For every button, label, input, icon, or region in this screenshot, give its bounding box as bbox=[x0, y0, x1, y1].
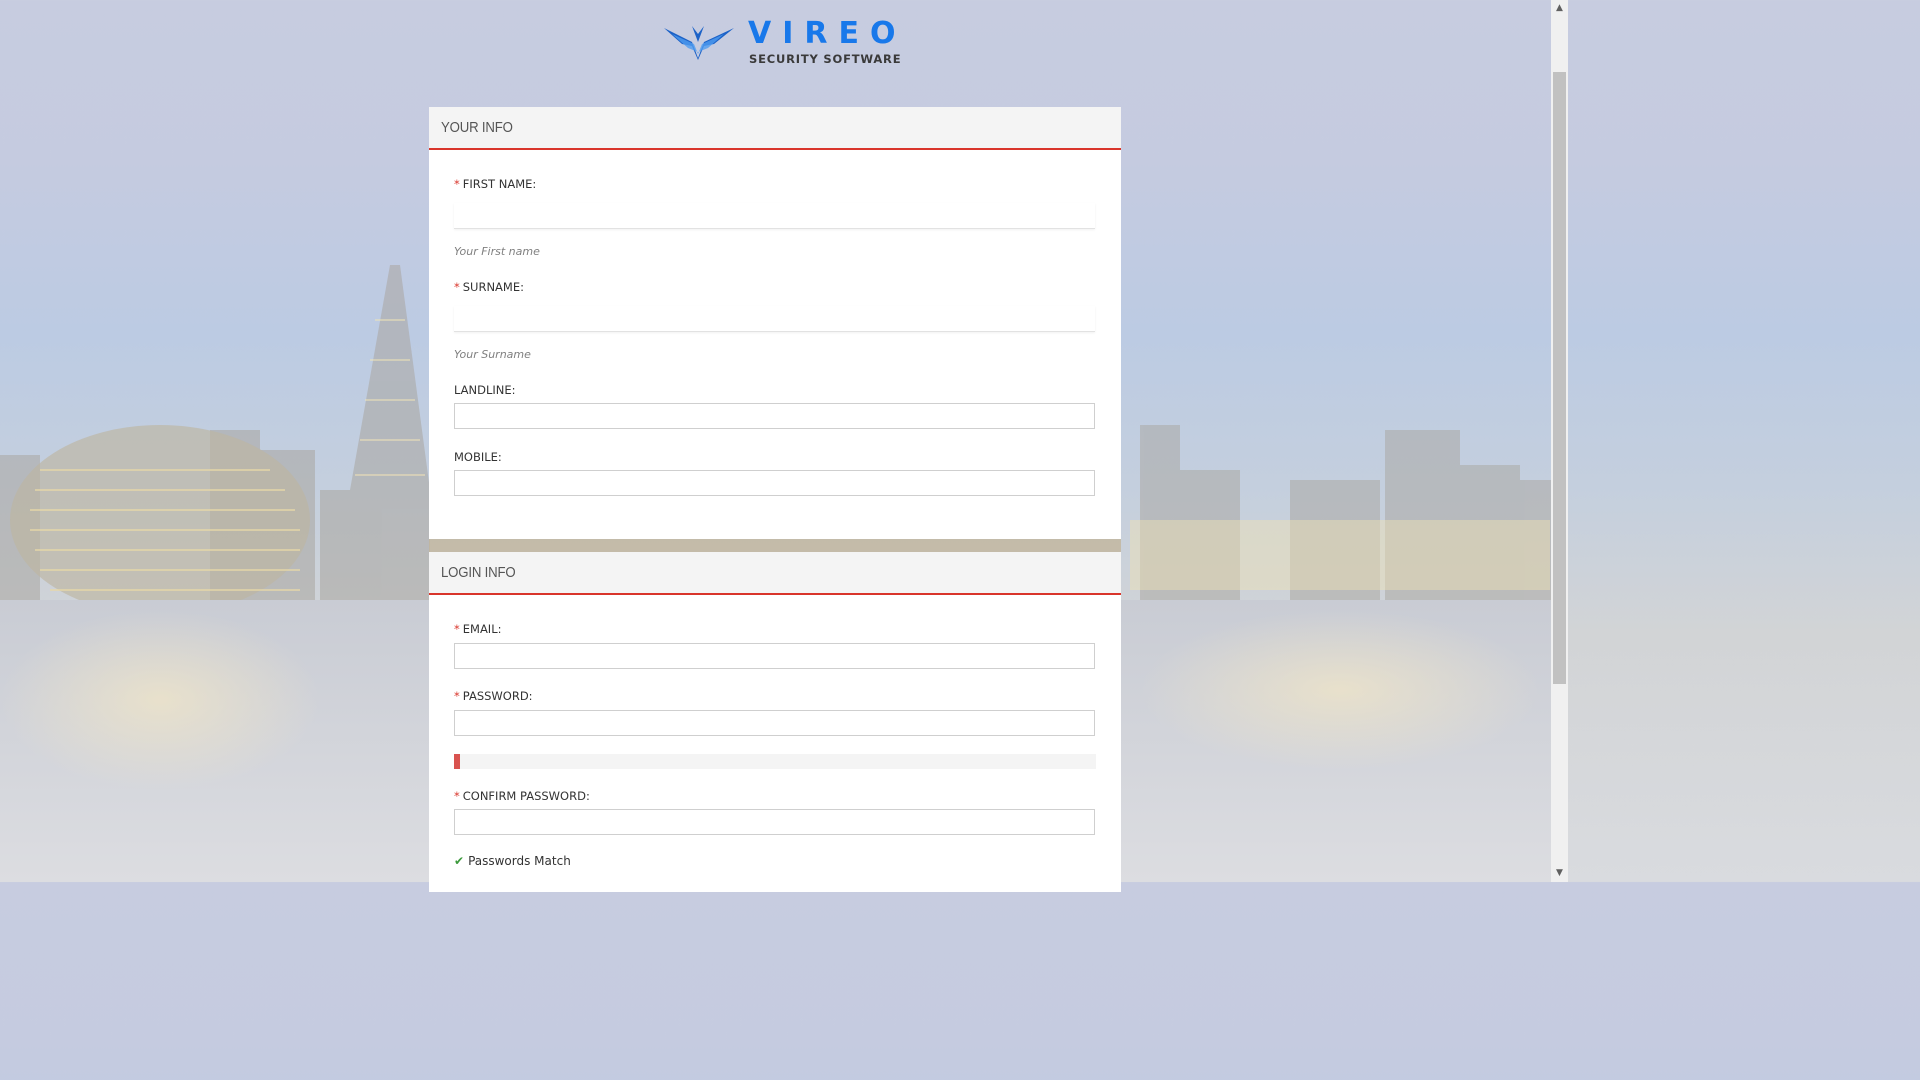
brand-name: VIREO bbox=[748, 16, 907, 51]
email-input[interactable] bbox=[454, 643, 1095, 669]
brand-tagline: SECURITY SOFTWARE bbox=[749, 52, 902, 66]
confirm-password-input[interactable] bbox=[454, 809, 1095, 835]
passwords-match-status: ✔ Passwords Match bbox=[454, 854, 571, 868]
mobile-label: MOBILE: bbox=[454, 450, 502, 464]
your-info-header: YOUR INFO bbox=[429, 107, 1121, 150]
section-title-login-info: LOGIN INFO bbox=[441, 564, 516, 581]
login-info-header: LOGIN INFO bbox=[429, 552, 1121, 595]
section-title-your-info: YOUR INFO bbox=[441, 119, 513, 136]
first-name-help: Your First name bbox=[454, 245, 540, 258]
confirm-password-label: * CONFIRM PASSWORD: bbox=[454, 789, 590, 803]
email-label: * EMAIL: bbox=[454, 622, 502, 636]
first-name-label: * FIRST NAME: bbox=[454, 177, 537, 191]
password-strength-fill bbox=[454, 754, 461, 769]
required-marker: * bbox=[454, 280, 460, 294]
required-marker: * bbox=[454, 789, 460, 803]
password-input[interactable] bbox=[454, 710, 1095, 736]
landline-input[interactable] bbox=[454, 403, 1095, 429]
passwords-match-text: Passwords Match bbox=[468, 854, 571, 868]
scrollbar-thumb[interactable] bbox=[1553, 72, 1566, 684]
landline-label: LANDLINE: bbox=[454, 383, 516, 397]
check-icon: ✔ bbox=[454, 854, 465, 868]
mobile-input[interactable] bbox=[454, 470, 1095, 496]
required-marker: * bbox=[454, 177, 460, 191]
password-label: * PASSWORD: bbox=[454, 689, 533, 703]
page-scrollbar[interactable]: ▲ ▼ bbox=[1551, 0, 1568, 882]
vireo-logo[interactable]: VIREO SECURITY SOFTWARE bbox=[662, 18, 901, 66]
bird-logo-icon bbox=[664, 26, 734, 60]
your-info-panel: YOUR INFO * FIRST NAME: Your First name *… bbox=[429, 107, 1121, 539]
scroll-down-arrow-icon[interactable]: ▼ bbox=[1551, 865, 1568, 882]
surname-help: Your Surname bbox=[454, 348, 531, 361]
password-strength-meter bbox=[454, 754, 1096, 769]
surname-label: * SURNAME: bbox=[454, 280, 524, 294]
login-info-panel: LOGIN INFO * EMAIL: * PASSWORD: * CONFIRM P… bbox=[429, 552, 1121, 892]
first-name-input[interactable] bbox=[454, 203, 1095, 229]
surname-input[interactable] bbox=[454, 306, 1095, 332]
required-marker: * bbox=[454, 622, 460, 636]
required-marker: * bbox=[454, 689, 460, 703]
scroll-up-arrow-icon[interactable]: ▲ bbox=[1551, 0, 1568, 17]
